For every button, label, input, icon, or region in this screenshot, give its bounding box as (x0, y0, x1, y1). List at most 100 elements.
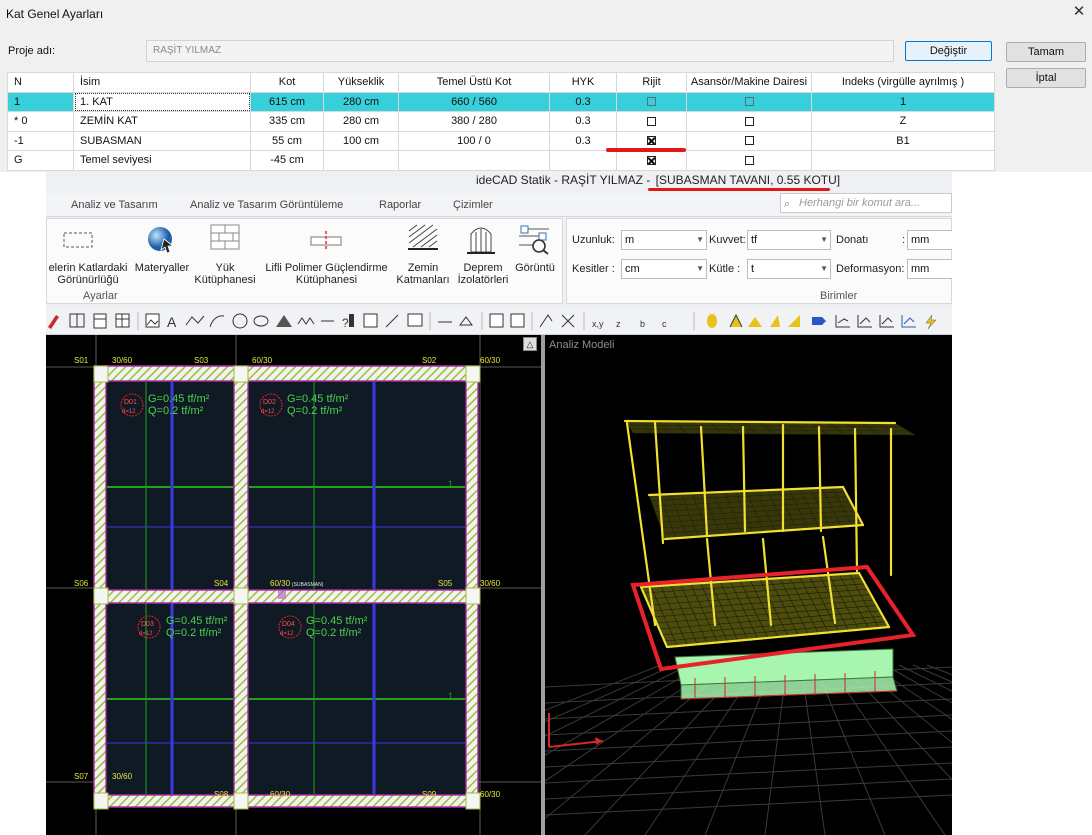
tool-measure-icon[interactable] (385, 314, 399, 328)
column-header[interactable]: N (7, 72, 74, 93)
elevator-checkbox[interactable] (744, 97, 754, 107)
display-settings-icon[interactable] (517, 223, 551, 255)
column-header[interactable]: Asansör/Makine Dairesi (686, 72, 812, 93)
frp-library-icon[interactable] (309, 231, 343, 251)
table-row[interactable]: * 0 ZEMİN KAT 335 cm 280 cm 380 / 280 0.… (7, 111, 995, 132)
cell-height[interactable]: 280 cm (323, 111, 399, 132)
tool-text-icon[interactable]: A (167, 314, 177, 330)
tool-graph4-icon[interactable] (901, 315, 916, 328)
cell-hyk[interactable] (549, 150, 617, 171)
column-header[interactable]: Indeks (virgülle ayrılmış ) (811, 72, 995, 93)
cell-index[interactable] (811, 150, 995, 171)
column-header[interactable]: Temel Üstü Kot (398, 72, 550, 93)
cell-height[interactable] (323, 150, 399, 171)
tool-load-b-icon[interactable]: b (640, 319, 645, 329)
deformation-unit-select[interactable]: mm (907, 259, 952, 279)
tool-shear-icon[interactable] (788, 315, 800, 327)
visibility-icon[interactable] (63, 229, 93, 251)
ribbon-frp-library-button[interactable]: Lifli Polimer Güçlendirme Kütüphanesi (259, 262, 394, 286)
table-row[interactable]: G Temel seviyesi -45 cm (7, 150, 995, 171)
cell-index[interactable]: Z (811, 111, 995, 132)
collapse-icon[interactable]: △ (523, 337, 537, 351)
plan-drawing[interactable]: S01 S03 S02 S04 S05 S06 S07 S08 S09 30/6… (46, 335, 541, 835)
soil-layers-icon[interactable] (407, 223, 439, 255)
tool-axial-icon[interactable] (812, 317, 826, 325)
tool-lightning-icon[interactable] (925, 314, 937, 330)
elevator-checkbox[interactable] (744, 136, 754, 146)
column-header[interactable]: HYK (549, 72, 617, 93)
tab-analysis-design[interactable]: Analiz ve Tasarım (71, 199, 158, 211)
close-icon[interactable]: ✕ (1070, 3, 1088, 21)
ribbon-visibility-button[interactable]: elerin Katlardaki Görünürlüğü (46, 262, 131, 286)
tool-view2-icon[interactable] (510, 313, 525, 328)
force-unit-select[interactable]: tf ▼ (747, 230, 831, 250)
cell-n[interactable]: * 0 (7, 111, 74, 132)
tool-pen-icon[interactable] (48, 315, 59, 329)
rigid-checkbox[interactable] (647, 155, 656, 165)
tool-moment-icon[interactable] (770, 315, 780, 327)
cell-rigid[interactable] (616, 91, 687, 112)
cell-height[interactable]: 100 cm (323, 130, 399, 151)
tab-analysis-display[interactable]: Analiz ve Tasarım Görüntüleme (190, 199, 343, 211)
tool-graph2-icon[interactable] (857, 315, 872, 328)
cell-index[interactable]: B1 (811, 130, 995, 151)
rebar-unit-select[interactable]: mm (907, 230, 952, 250)
ribbon-display-button[interactable]: Görüntü (507, 262, 563, 274)
cell-n[interactable]: 1 (7, 91, 74, 112)
tab-drawings[interactable]: Çizimler (453, 199, 493, 211)
tool-stress-icon[interactable] (748, 317, 762, 327)
table-row[interactable]: 1 1. KAT 615 cm 280 cm 660 / 560 0.3 1 (7, 91, 995, 112)
tool-axis-label-icon[interactable]: ? (342, 314, 354, 330)
cell-kot[interactable]: 335 cm (250, 111, 324, 132)
cell-name[interactable]: 1. KAT (73, 91, 251, 112)
cell-foundation[interactable]: 660 / 560 (398, 91, 550, 112)
tool-arc-icon[interactable] (209, 315, 225, 328)
ribbon-soil-layers-button[interactable]: Zemin Katmanları (389, 262, 457, 286)
tool-graph1-icon[interactable] (835, 315, 850, 328)
tool-load-z-icon[interactable]: z (616, 319, 621, 329)
elevator-checkbox[interactable] (744, 116, 754, 126)
column-header[interactable]: Kot (250, 72, 324, 93)
section-unit-select[interactable]: cm ▼ (621, 259, 707, 279)
project-name-field[interactable]: RAŞİT YILMAZ (146, 40, 894, 62)
tool-view1-icon[interactable] (489, 313, 504, 328)
selection-marker[interactable] (278, 591, 286, 599)
cell-rigid[interactable] (616, 150, 687, 171)
tab-reports[interactable]: Raporlar (379, 199, 421, 211)
cell-hyk[interactable]: 0.3 (549, 91, 617, 112)
cell-kot[interactable]: 55 cm (250, 130, 324, 151)
cell-foundation[interactable]: 100 / 0 (398, 130, 550, 151)
plan-viewport[interactable]: S01 S03 S02 S04 S05 S06 S07 S08 S09 30/6… (46, 335, 541, 835)
column-header[interactable]: Yükseklik (323, 72, 399, 93)
cell-hyk[interactable]: 0.3 (549, 111, 617, 132)
rigid-checkbox[interactable] (647, 116, 656, 126)
ribbon-materials-button[interactable]: Materyaller (131, 262, 193, 274)
cancel-button[interactable]: İptal (1006, 68, 1086, 88)
cell-kot[interactable]: 615 cm (250, 91, 324, 112)
tool-cloud-icon[interactable] (253, 315, 269, 327)
tool-hatch-icon[interactable] (276, 315, 292, 327)
tool-deform-icon[interactable] (729, 313, 743, 328)
cell-elevator[interactable] (686, 111, 812, 132)
rigid-checkbox[interactable] (647, 136, 656, 146)
column-header[interactable]: Rijit (616, 72, 687, 93)
tool-tracking-icon[interactable] (459, 316, 473, 326)
tool-polyline-icon[interactable] (185, 315, 205, 326)
cell-name[interactable]: ZEMİN KAT (73, 111, 251, 132)
tool-grid-icon[interactable] (93, 313, 107, 329)
tool-graph3-icon[interactable] (879, 315, 894, 328)
tool-spline-icon[interactable] (297, 317, 315, 325)
table-row[interactable]: -1 SUBASMAN 55 cm 100 cm 100 / 0 0.3 B1 (7, 130, 995, 151)
ok-button[interactable]: Tamam (1006, 42, 1086, 62)
cell-name[interactable]: SUBASMAN (73, 130, 251, 151)
cell-n[interactable]: G (7, 150, 74, 171)
cell-name[interactable]: Temel seviyesi (73, 150, 251, 171)
change-button[interactable]: Değiştir (905, 41, 992, 61)
cell-kot[interactable]: -45 cm (250, 150, 324, 171)
isolator-icon[interactable] (465, 222, 497, 256)
cell-n[interactable]: -1 (7, 130, 74, 151)
tool-image-icon[interactable] (145, 313, 160, 328)
cell-foundation[interactable]: 380 / 280 (398, 111, 550, 132)
tool-load-c-icon[interactable]: c (662, 319, 667, 329)
tool-result-icon[interactable] (707, 314, 717, 328)
